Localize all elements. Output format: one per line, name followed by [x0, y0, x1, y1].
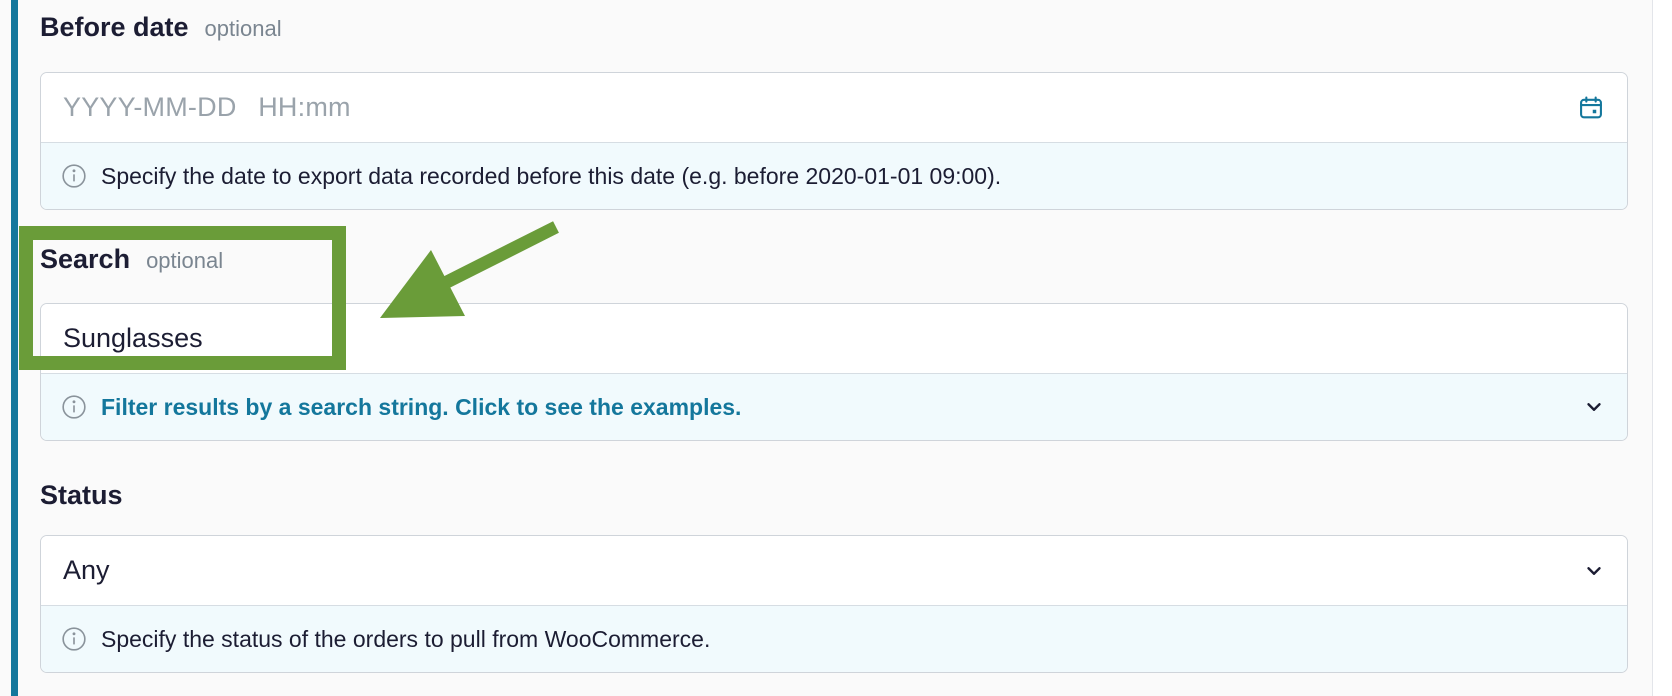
info-icon [61, 163, 87, 189]
info-icon [61, 626, 87, 652]
chevron-down-icon[interactable] [1583, 396, 1605, 418]
status-hint: Specify the status of the orders to pull… [41, 606, 1627, 672]
status-select[interactable]: Any [41, 536, 1627, 606]
accent-bar [11, 0, 18, 696]
before-date-optional-tag: optional [204, 16, 282, 41]
before-date-placeholder: YYYY-MM-DD HH:mm [63, 92, 351, 122]
search-label: Search [40, 244, 131, 274]
before-date-field: YYYY-MM-DD HH:mm Specify the date to exp… [40, 72, 1628, 210]
search-input-value: Sunglasses [63, 323, 203, 353]
search-label-row: Search optional [40, 244, 223, 275]
before-date-label: Before date [40, 12, 189, 42]
status-hint-text: Specify the status of the orders to pull… [101, 625, 711, 652]
status-field: Any Specify the status of the orders to … [40, 535, 1628, 673]
info-icon [61, 394, 87, 420]
search-field: Sunglasses Filter results by a search st… [40, 303, 1628, 441]
before-date-hint: Specify the date to export data recorded… [41, 143, 1627, 209]
search-examples-link[interactable]: Filter results by a search string. Click… [101, 394, 741, 421]
calendar-icon[interactable] [1577, 94, 1605, 122]
search-examples-toggle[interactable]: Filter results by a search string. Click… [41, 374, 1627, 440]
before-date-label-row: Before date optional [40, 12, 282, 43]
before-date-input[interactable]: YYYY-MM-DD HH:mm [41, 73, 1627, 143]
before-date-hint-text: Specify the date to export data recorded… [101, 162, 1002, 189]
search-input[interactable]: Sunglasses [41, 304, 1627, 374]
status-label-row: Status [40, 480, 123, 511]
status-label: Status [40, 480, 123, 510]
status-selected-value: Any [63, 555, 110, 585]
search-optional-tag: optional [146, 248, 224, 273]
chevron-down-icon[interactable] [1583, 560, 1605, 582]
